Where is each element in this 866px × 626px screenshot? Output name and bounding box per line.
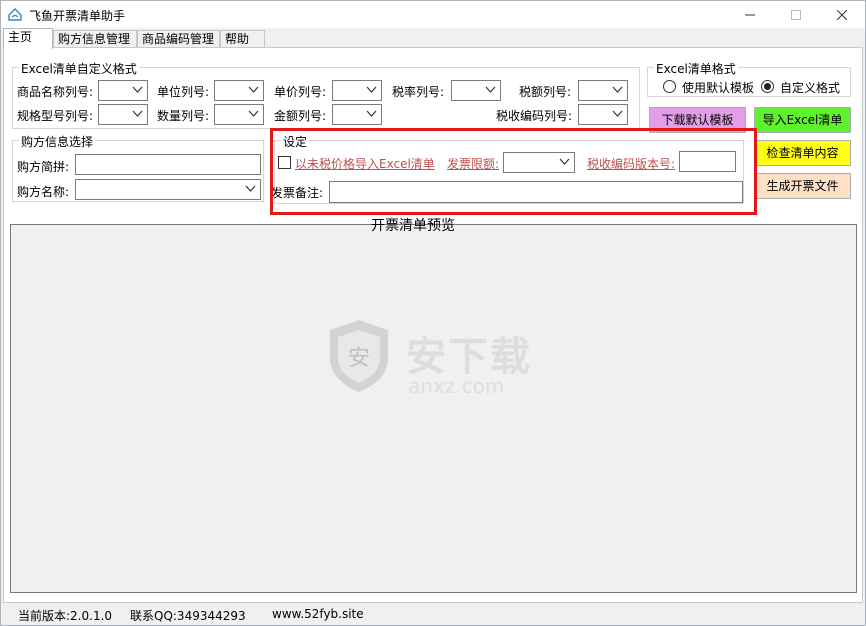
buyer-name-select[interactable]	[75, 179, 261, 200]
tax-col-select[interactable]	[578, 80, 628, 101]
price-col-select[interactable]	[332, 80, 382, 101]
import-excel-button[interactable]: 导入Excel清单	[754, 107, 851, 133]
tab-strip: 主页 购方信息管理 商品编码管理 帮助	[1, 28, 865, 49]
chevron-down-icon	[248, 110, 259, 117]
unit-col-label: 单位列号:	[157, 85, 210, 99]
website-link[interactable]: www.52fyb.site	[272, 607, 364, 621]
preview-title: 开票清单预览	[371, 218, 455, 234]
name-col-select[interactable]	[98, 80, 148, 101]
window-title: 飞鱼开票清单助手	[29, 9, 126, 23]
generate-file-button[interactable]: 生成开票文件	[754, 173, 851, 199]
qty-col-label: 数量列号:	[157, 109, 210, 123]
amount-col-select[interactable]	[332, 104, 382, 125]
app-window: 飞鱼开票清单助手 主页 购方信息管理 商品编码管理 帮助 Excel清单自定义格…	[0, 0, 866, 626]
check-list-button[interactable]: 检查清单内容	[754, 140, 851, 166]
close-button[interactable]	[819, 1, 865, 28]
version-text: 当前版本:2.0.1.0	[18, 609, 113, 623]
taxrate-col-select[interactable]	[451, 80, 501, 101]
svg-text:安: 安	[348, 346, 370, 371]
chevron-down-icon	[366, 86, 377, 93]
tab-home[interactable]: 主页	[3, 28, 53, 49]
chevron-down-icon	[366, 110, 377, 117]
chevron-down-icon	[248, 86, 259, 93]
tab-help[interactable]: 帮助	[220, 30, 265, 48]
watermark-url: anxz.com	[408, 374, 505, 398]
maximize-button[interactable]	[773, 1, 819, 28]
chevron-down-icon	[245, 185, 256, 192]
group-title: Excel清单格式	[654, 60, 738, 77]
highlight-annotation	[270, 128, 757, 215]
default-template-label[interactable]: 使用默认模板	[682, 79, 754, 96]
buyer-abbr-label: 购方简拼:	[17, 160, 70, 174]
invoice-list-preview[interactable]: 开票清单预览	[10, 218, 857, 593]
spec-col-label: 规格型号列号:	[17, 109, 94, 123]
qq-text: 联系QQ:349344293	[130, 609, 246, 623]
buyer-abbr-input[interactable]	[75, 154, 261, 175]
shield-icon: 安	[330, 320, 388, 392]
minimize-icon	[745, 14, 755, 15]
chevron-down-icon	[612, 110, 623, 117]
close-icon	[837, 9, 847, 20]
maximize-icon	[791, 9, 801, 20]
unit-col-select[interactable]	[214, 80, 264, 101]
tab-product-code-management[interactable]: 商品编码管理	[137, 30, 220, 48]
qty-col-select[interactable]	[214, 104, 264, 125]
taxcode-col-label: 税收编码列号:	[496, 109, 573, 123]
custom-format-label[interactable]: 自定义格式	[780, 79, 840, 96]
taxcode-col-select[interactable]	[578, 104, 628, 125]
tax-col-label: 税额列号:	[519, 85, 572, 99]
chevron-down-icon	[132, 110, 143, 117]
chevron-down-icon	[485, 86, 496, 93]
name-col-label: 商品名称列号:	[17, 85, 94, 99]
app-logo-icon	[8, 8, 22, 21]
spec-col-select[interactable]	[98, 104, 148, 125]
group-title: 购方信息选择	[19, 133, 96, 150]
chevron-down-icon	[132, 86, 143, 93]
amount-col-label: 金额列号:	[274, 109, 327, 123]
group-title: Excel清单自定义格式	[19, 60, 139, 77]
title-bar: 飞鱼开票清单助手	[1, 1, 865, 28]
price-col-label: 单价列号:	[274, 85, 327, 99]
status-bar: 当前版本:2.0.1.0 联系QQ:349344293 www.52fyb.si…	[1, 603, 865, 625]
taxrate-col-label: 税率列号:	[392, 85, 445, 99]
custom-format-radio[interactable]	[761, 80, 774, 93]
tab-buyer-management[interactable]: 购方信息管理	[53, 30, 137, 48]
default-template-radio[interactable]	[663, 80, 676, 93]
home-panel: Excel清单自定义格式 商品名称列号: 单位列号: 单价列号: 税率列号: 税…	[3, 47, 863, 603]
watermark: 安 安下载 anxz.com	[322, 316, 552, 406]
buyer-name-label: 购方名称:	[17, 185, 70, 199]
minimize-button[interactable]	[727, 1, 773, 28]
chevron-down-icon	[612, 86, 623, 93]
